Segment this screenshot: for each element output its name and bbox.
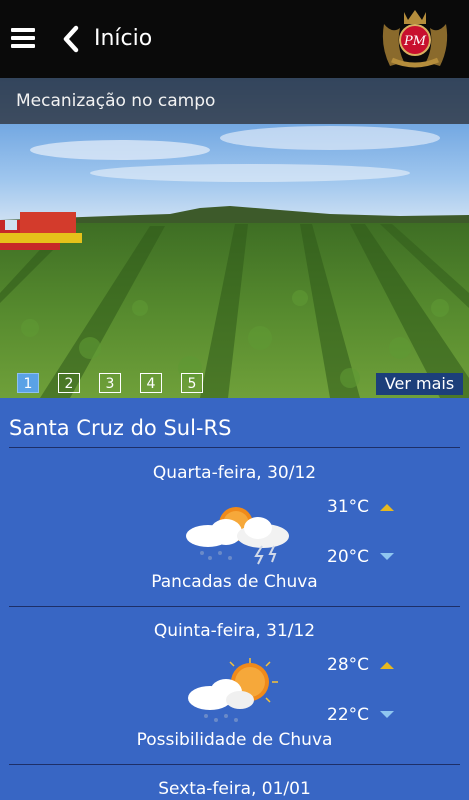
page-dot-4[interactable]: 4 bbox=[140, 373, 162, 393]
page-title: Início bbox=[94, 26, 153, 51]
slide-caption: Mecanização no campo bbox=[16, 91, 216, 111]
field-photo bbox=[0, 78, 469, 398]
min-arrow-icon bbox=[380, 553, 394, 560]
page-dot-3[interactable]: 3 bbox=[99, 373, 121, 393]
forecast-date-1: Quarta-feira, 30/12 bbox=[152, 463, 317, 483]
hamburger-icon[interactable] bbox=[11, 28, 35, 48]
min-temp-1: 20°C bbox=[327, 547, 370, 567]
caption-bar: Mecanização no campo bbox=[0, 78, 469, 124]
condition-1: Pancadas de Chuva bbox=[151, 572, 318, 592]
max-arrow-icon bbox=[380, 662, 394, 669]
divider bbox=[9, 606, 460, 607]
forecast-date-3: Sexta-feira, 01/01 bbox=[158, 779, 311, 799]
page-dot-1[interactable]: 1 bbox=[17, 373, 39, 393]
max-arrow-icon bbox=[380, 504, 394, 511]
city-name: Santa Cruz do Sul-RS bbox=[9, 416, 232, 440]
sun-cloud-rain-icon bbox=[188, 658, 278, 722]
chevron-left-icon[interactable] bbox=[60, 24, 82, 54]
divider bbox=[9, 447, 460, 448]
page-dot-5[interactable]: 5 bbox=[181, 373, 203, 393]
logo-text: PM bbox=[403, 34, 427, 49]
condition-2: Possibilidade de Chuva bbox=[136, 730, 333, 750]
see-more-button[interactable]: Ver mais bbox=[376, 373, 463, 395]
max-temp-1: 31°C bbox=[327, 497, 370, 517]
max-temp-2: 28°C bbox=[327, 655, 370, 675]
featured-carousel[interactable]: Mecanização no campo bbox=[0, 78, 469, 398]
app-top-bar: Início PM bbox=[0, 0, 469, 78]
pmi-logo: PM bbox=[382, 10, 448, 68]
storm-cloud-sun-icon bbox=[186, 507, 289, 565]
min-temp-2: 22°C bbox=[327, 705, 370, 725]
page-dot-2[interactable]: 2 bbox=[58, 373, 80, 393]
forecast-date-2: Quinta-feira, 31/12 bbox=[153, 621, 316, 641]
weather-panel: Santa Cruz do Sul-RS Quarta-feira, 30/12… bbox=[0, 398, 469, 800]
min-arrow-icon bbox=[380, 711, 394, 718]
divider bbox=[9, 764, 460, 765]
